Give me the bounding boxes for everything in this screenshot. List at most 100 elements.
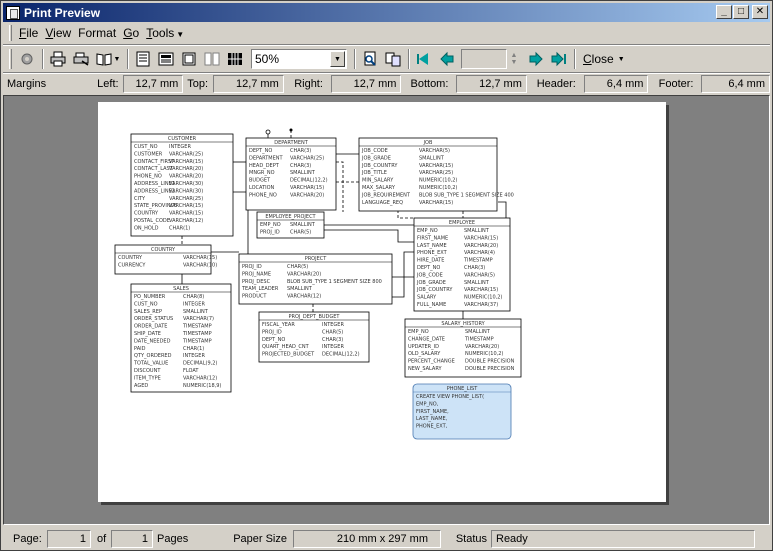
menu-tools-label: ools [152,26,175,40]
column-type: CHAR(5) [290,229,311,235]
column-type: DECIMAL(12,2) [290,178,328,184]
zoom-dropdown-chevron-down-icon[interactable]: ▼ [330,51,345,67]
column-name: PHONE_NO [134,174,162,180]
next-page-button[interactable] [525,48,547,70]
preview-page: CUSTOMER CUST_NO INTEGER CUSTOMER VARCHAR(25… [98,102,666,502]
column-name: MAX_SALARY [362,185,396,191]
menu-tools[interactable]: Tools ▼ [145,26,190,40]
table-employee[interactable]: EMPLOYEE EMP_NO SMALLINT FIRST_NAME VARCHAR(… [413,217,511,312]
column-type: VARCHAR(12) [169,218,203,224]
title-bar: Print Preview _ □ ✕ [3,3,770,22]
column-name: JOB_CODE [416,272,443,278]
column-type: NUMERIC(10,2) [465,351,503,357]
maximize-button[interactable]: □ [733,5,749,19]
view-mode-button[interactable]: ▼ [93,48,123,70]
find-button[interactable] [359,48,381,70]
column-name: EMP_NO [408,329,429,335]
page-icon [136,51,150,67]
table-department[interactable]: DEPARTMENTDEPT_NO CHAR(3) DEPARTMENT VARCHA… [245,137,337,211]
multiple-pages-button[interactable] [224,48,246,70]
table-project[interactable]: PROJECT PROJ_ID CHAR(5) PROJ_NAME VARCHAR(20… [238,253,393,305]
menu-go[interactable]: Go [122,26,145,40]
column-type: VARCHAR(15) [169,159,203,165]
page-spinner[interactable]: ▲ ▼ [509,49,519,69]
column-type: CHAR(3) [290,163,311,169]
toolbar-separator [127,49,129,69]
two-pages-button[interactable] [201,48,223,70]
header-margin-field[interactable]: 6,4 mm [583,75,649,93]
column-type: INTEGER [322,322,344,328]
column-type: NUMERIC(18,9) [183,383,221,389]
menu-view[interactable]: View [44,26,77,40]
column-name: DEPT_NO [417,265,440,271]
top-margin-field[interactable]: 12,7 mm [213,75,284,93]
right-margin-field[interactable]: 12,7 mm [330,75,402,93]
menu-format[interactable]: Format [77,26,122,40]
bottom-margin-field[interactable]: 12,7 mm [456,75,527,93]
print-preview-app-icon [6,5,20,20]
first-page-button[interactable] [413,48,435,70]
table-employee-project[interactable]: EMPLOYEE_PROJECT EMP_NO SMALLINT PROJ_ID CHA… [256,211,325,239]
column-type: CHAR(8) [183,294,204,300]
left-margin-field[interactable]: 12,7 mm [122,75,184,93]
table-country[interactable]: COUNTRY COUNTRY VARCHAR(15) CURRENCY VARCHAR… [114,244,217,275]
zoom-select[interactable]: 50% ▼ [251,49,347,69]
column-name: ORDER_STATUS [134,316,173,322]
column-type: NUMERIC(10,2) [464,295,502,301]
export-button[interactable] [382,48,404,70]
column-name: PROJ_ID [262,329,282,335]
column-name: FULL_NAME [417,302,446,308]
column-type: INTEGER [183,353,205,359]
minimize-button[interactable]: _ [716,5,732,19]
column-type: VARCHAR(15) [464,235,498,241]
table-job[interactable]: JOB JOB_CODE VARCHAR(5) JOB_GRADE SMALLINT JO… [358,137,514,212]
column-name: ON_HOLD [134,225,159,231]
column-type: VARCHAR(15) [183,255,217,261]
table-salary-history[interactable]: SALARY_HISTORY EMP_NO SMALLINT CHANGE_DATE T… [404,318,522,378]
column-name: FIRST_NAME, [416,409,449,415]
column-type: VARCHAR(5) [464,272,495,278]
relationship-line [336,161,344,212]
print-button[interactable] [47,48,69,70]
table-sales[interactable]: SALES PO_NUMBER CHAR(8) CUST_NO INTEGER SALES… [130,283,232,393]
preview-area[interactable]: CUSTOMER CUST_NO INTEGER CUSTOMER VARCHAR(25… [3,95,770,525]
column-name: PROJ_ID [260,229,280,235]
column-type: VARCHAR(25) [419,170,453,176]
page-width-button[interactable] [155,48,177,70]
column-name: JOB_GRADE [416,280,446,286]
close-window-button[interactable]: ✕ [752,5,768,19]
column-type: SMALLINT [465,329,491,335]
arrow-right-icon [529,51,543,67]
page-setup-button[interactable] [16,48,38,70]
chevron-down-icon: ▼ [176,30,185,39]
print-setup-button[interactable] [70,48,92,70]
page-number-input[interactable] [461,49,507,69]
last-page-button[interactable] [548,48,570,70]
menubar-grip[interactable] [9,25,12,41]
column-name: AGED [134,383,148,389]
table-title: SALES [173,286,189,292]
column-name: LAST_NAME [417,243,447,249]
toolbar-grip[interactable] [9,49,12,69]
whole-page-button[interactable] [178,48,200,70]
column-name: FIRST_NAME [417,235,448,241]
column-name: EMP_NO [417,228,438,234]
column-name: JOB_TITLE [361,170,387,176]
column-type: SMALLINT [464,228,490,234]
menu-file[interactable]: File [18,26,44,40]
column-name: CURRENCY [118,262,146,268]
toolbar: ▼ 50% ▼ ▲ ▼ C lose ▼ [3,46,770,72]
column-type: INTEGER [169,144,191,150]
table-customer[interactable]: CUSTOMERCUST_NO INTEGERCUSTOMER VARCHAR(25… [130,133,234,237]
column-type: VARCHAR(15) [419,200,453,206]
previous-page-button[interactable] [436,48,458,70]
single-page-button[interactable] [132,48,154,70]
footer-margin-field[interactable]: 6,4 mm [701,75,771,93]
close-preview-button[interactable]: Close ▼ [579,48,629,70]
table-title: PHONE_LIST [447,386,479,392]
table-proj-dept-budget[interactable]: PROJ_DEPT_BUDGET FISCAL_YEAR INTEGER PROJ_I… [258,311,370,363]
table-phone-list[interactable]: PHONE_LIST CREATE VIEW PHONE_LIST( EMP_NO… [412,383,512,440]
column-name: JOB_GRADE [361,155,391,161]
column-type: VARCHAR(5) [419,148,450,154]
column-name: COUNTRY [134,211,159,217]
